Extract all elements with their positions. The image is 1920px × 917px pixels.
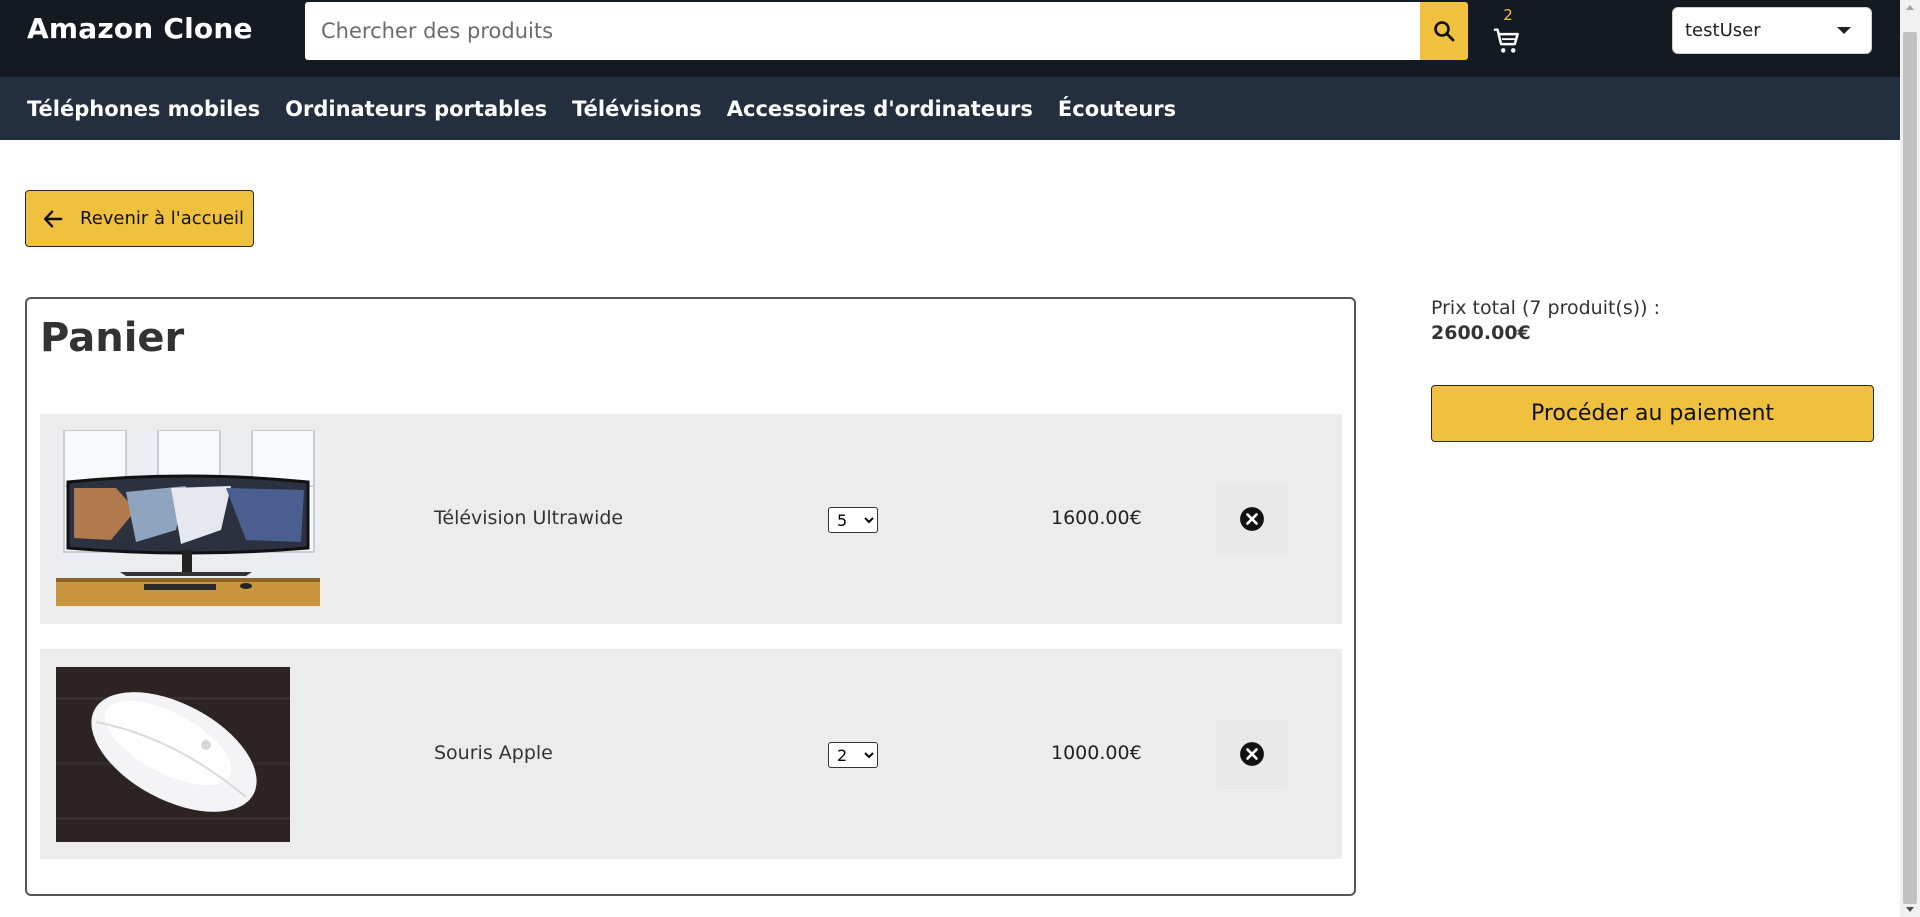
proceed-to-payment-button[interactable]: Procéder au paiement xyxy=(1431,385,1874,442)
top-header: Amazon Clone 2 testUser xyxy=(0,0,1900,77)
nav-item-televisions[interactable]: Télévisions xyxy=(572,97,702,121)
chevron-down-icon xyxy=(1837,27,1851,34)
product-image-mouse xyxy=(56,667,290,842)
cart-item-row: Souris Apple 2 1000.00€ xyxy=(40,649,1342,859)
item-name: Télévision Ultrawide xyxy=(434,507,624,529)
remove-item-button[interactable] xyxy=(1217,484,1287,554)
quantity-select[interactable]: 2 xyxy=(828,742,878,768)
remove-item-button[interactable] xyxy=(1217,719,1287,789)
shopping-cart-icon xyxy=(1493,28,1519,53)
vertical-scrollbar[interactable] xyxy=(1900,0,1920,917)
cart-panel: Panier Télévision Ultrawide 5 1600.00€ S… xyxy=(25,297,1356,896)
scroll-up-arrow-icon[interactable] xyxy=(1906,5,1914,10)
item-name: Souris Apple xyxy=(434,742,553,764)
nav-item-headphones[interactable]: Écouteurs xyxy=(1058,97,1176,121)
product-image-tv xyxy=(56,430,320,606)
user-name: testUser xyxy=(1685,20,1761,41)
cart-item-row: Télévision Ultrawide 5 1600.00€ xyxy=(40,414,1342,624)
item-price: 1600.00€ xyxy=(1051,507,1142,529)
back-home-label: Revenir à l'accueil xyxy=(80,208,245,229)
quantity-select[interactable]: 5 xyxy=(828,507,878,533)
cart-count-badge: 2 xyxy=(1503,6,1513,24)
cart-button[interactable]: 2 xyxy=(1488,4,1528,60)
search-bar xyxy=(305,2,1468,60)
nav-item-computer-accessories[interactable]: Accessoires d'ordinateurs xyxy=(727,97,1033,121)
user-dropdown[interactable]: testUser xyxy=(1672,7,1872,54)
nav-item-laptops[interactable]: Ordinateurs portables xyxy=(285,97,547,121)
scroll-down-arrow-icon[interactable] xyxy=(1906,907,1914,912)
back-home-button[interactable]: Revenir à l'accueil xyxy=(25,190,254,247)
search-input[interactable] xyxy=(305,2,1420,60)
close-circle-icon xyxy=(1240,507,1264,531)
total-price-label: Prix total (7 produit(s)) : xyxy=(1431,297,1661,319)
arrow-left-icon xyxy=(44,209,63,228)
brand-logo[interactable]: Amazon Clone xyxy=(27,12,253,45)
search-button[interactable] xyxy=(1420,2,1468,60)
close-circle-icon xyxy=(1240,742,1264,766)
category-nav: Téléphones mobiles Ordinateurs portables… xyxy=(0,77,1900,140)
scroll-thumb[interactable] xyxy=(1903,32,1917,904)
item-price: 1000.00€ xyxy=(1051,742,1142,764)
cart-title: Panier xyxy=(40,315,185,361)
search-icon xyxy=(1434,21,1455,42)
nav-item-mobile-phones[interactable]: Téléphones mobiles xyxy=(27,97,260,121)
total-price-value: 2600.00€ xyxy=(1431,322,1531,344)
